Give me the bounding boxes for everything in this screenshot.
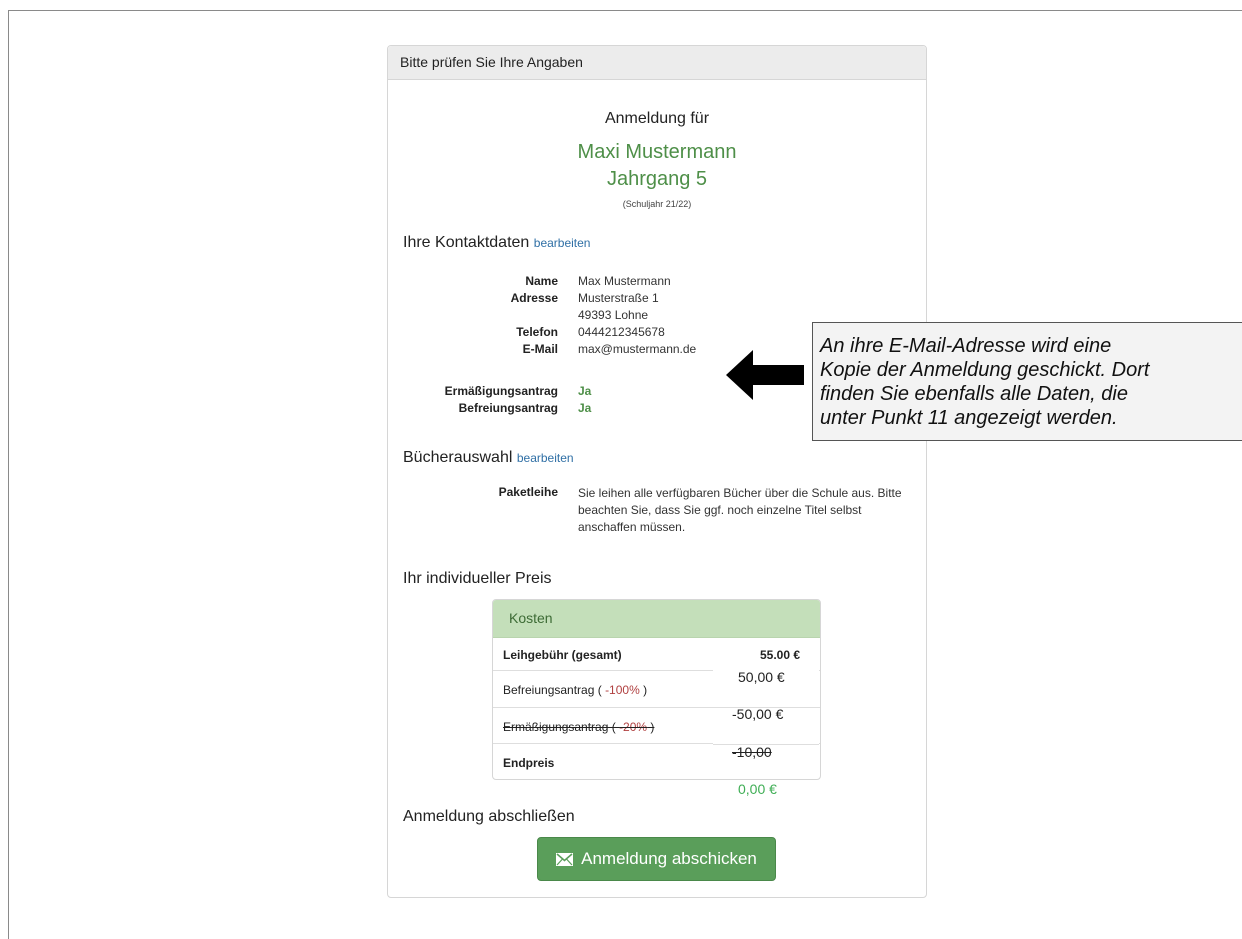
fee-label: Leihgebühr (gesamt) [503, 648, 622, 662]
books-section-title: Bücherauswahl bearbeiten [403, 449, 574, 467]
school-year: (Schuljahr 21/22) [622, 199, 692, 209]
reduction-close: ) [647, 720, 655, 734]
review-panel: Bitte prüfen Sie Ihre Angaben Anmeldung … [387, 45, 927, 898]
price-value-4: 0,00 € [738, 781, 777, 797]
price-value-3: -10,00 [732, 744, 772, 760]
contact-title-text: Ihre Kontaktdaten [403, 234, 530, 251]
email-label: E-Mail [522, 342, 558, 356]
costs-heading: Kosten [493, 600, 820, 638]
frame-left-border [8, 10, 9, 939]
callout-text: An ihre E-Mail-Adresse wird eine Kopie d… [820, 335, 1150, 429]
reduction-cost-text: Ermäßigungsantrag ( [503, 720, 620, 734]
package-label: Paketleihe [498, 485, 558, 499]
panel-heading: Bitte prüfen Sie Ihre Angaben [388, 46, 926, 80]
reduction-cost-label: Ermäßigungsantrag ( -20% ) [503, 720, 654, 734]
address-line2: 49393 Lohne [578, 308, 649, 322]
email-value: max@mustermann.de [578, 342, 697, 356]
registration-title: Anmeldung für [604, 110, 710, 127]
finish-section-title: Anmeldung abschließen [403, 808, 575, 825]
contact-edit-link[interactable]: bearbeiten [534, 236, 591, 250]
books-title-text: Bücherauswahl [403, 449, 513, 466]
price-value-1: 50,00 € [738, 669, 785, 685]
exemption-cost-label: Befreiungsantrag ( -100% ) [503, 683, 647, 697]
name-label: Name [525, 274, 558, 288]
address-label: Adresse [510, 291, 558, 305]
books-edit-link[interactable]: bearbeiten [517, 451, 574, 465]
phone-value: 0444212345678 [578, 325, 665, 339]
submit-label: Anmeldung abschicken [581, 849, 757, 868]
phone-label: Telefon [516, 325, 558, 339]
reduction-value: Ja [578, 384, 592, 398]
student-grade: Jahrgang 5 [606, 168, 708, 190]
reduction-percent: -20% [619, 720, 648, 734]
name-value: Max Mustermann [578, 274, 671, 288]
annotation-callout: An ihre E-Mail-Adresse wird eine Kopie d… [812, 322, 1242, 441]
exemption-label: Befreiungsantrag [458, 401, 558, 415]
submit-registration-button[interactable]: Anmeldung abschicken [537, 837, 776, 881]
exemption-cost-text: Befreiungsantrag ( [503, 683, 606, 697]
exemption-value: Ja [578, 401, 592, 415]
package-description: Sie leihen alle verfügbaren Bücher über … [578, 486, 902, 534]
price-section-title: Ihr individueller Preis [403, 570, 552, 587]
student-name: Maxi Mustermann [577, 141, 737, 163]
final-label: Endpreis [503, 756, 555, 770]
frame-top-border [8, 10, 1242, 11]
reduction-label: Ermäßigungsantrag [444, 384, 558, 398]
left-arrow-icon [726, 350, 804, 400]
price-value-2: -50,00 € [732, 706, 784, 722]
exemption-percent: -100% [605, 683, 640, 697]
address-line1: Musterstraße 1 [578, 291, 659, 305]
envelope-icon [556, 852, 574, 866]
exemption-close: ) [639, 683, 648, 697]
contact-section-title: Ihre Kontaktdaten bearbeiten [403, 234, 590, 252]
